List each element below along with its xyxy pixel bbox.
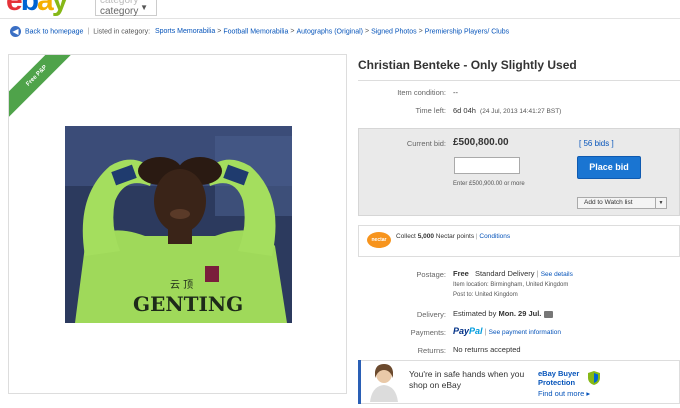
back-to-homepage-link[interactable]: Back to homepage (25, 28, 83, 35)
breadcrumb-item[interactable]: Sports Memorabilia (155, 28, 215, 35)
item-photo[interactable]: GENTING 云 顶 (65, 126, 292, 323)
find-out-more-link[interactable]: Find out more ▸ (538, 389, 590, 398)
item-condition-label: Item condition: (397, 88, 446, 97)
shop-by-category-dropdown[interactable]: category category ▼ (95, 0, 157, 17)
bid-hint: Enter £500,900.00 or more (453, 181, 525, 187)
returns-label: Returns: (417, 346, 446, 355)
paypal-logo: PayPal (453, 326, 483, 336)
see-payment-info-link[interactable]: See payment information (489, 329, 561, 336)
safe-hands-text: You're in safe hands when you shop on eB… (409, 369, 525, 390)
breadcrumb-item[interactable]: Signed Photos (371, 28, 417, 35)
post-to: Post to: United Kingdom (453, 292, 518, 298)
ebay-buyer-protection-label: eBay Buyer Protection (538, 369, 580, 387)
nectar-text: Collect 5,000 Nectar points | Conditions (396, 233, 511, 240)
breadcrumb-item[interactable]: Premiership Players/ Clubs (425, 28, 509, 35)
payments-value: PayPal | See payment information (453, 326, 561, 336)
bid-count-link[interactable]: [ 56 bids ] (579, 139, 614, 148)
chevron-down-icon[interactable]: ▼ (655, 198, 666, 208)
current-bid-label: Current bid: (406, 139, 446, 148)
time-left-label: Time left: (415, 106, 446, 115)
nectar-conditions-link[interactable]: Conditions (479, 233, 510, 240)
returns-value: No returns accepted (453, 345, 521, 354)
banner-accent-bar (358, 360, 361, 404)
auction-end-time: (24 Jul, 2013 14:41:27 BST) (480, 108, 562, 115)
current-bid-value: £500,800.00 (453, 137, 509, 148)
ebay-logo[interactable]: ebay (6, 0, 68, 16)
back-arrow-icon[interactable]: ◀ (10, 26, 21, 37)
delivery-info-icon[interactable] (544, 310, 554, 318)
player-photo-illustration: GENTING 云 顶 (65, 126, 292, 323)
header-divider (0, 18, 680, 19)
postage-value: Free Standard Delivery | See details (453, 269, 573, 278)
time-left-value: 6d 04h (24 Jul, 2013 14:41:27 BST) (453, 106, 562, 115)
nectar-logo: nectar (367, 232, 391, 248)
place-bid-button[interactable]: Place bid (577, 156, 641, 179)
payments-label: Payments: (410, 328, 446, 337)
support-agent-illustration (370, 364, 398, 402)
breadcrumb-item[interactable]: Autographs (Original) (296, 28, 363, 35)
delivery-label: Delivery: (416, 310, 446, 319)
see-postage-details-link[interactable]: See details (541, 271, 573, 278)
title-divider (358, 80, 680, 81)
header: ebay category category ▼ (0, 0, 680, 20)
item-image-panel: Free P&P GENTING 云 顶 (8, 54, 347, 394)
item-condition-value: -- (453, 88, 458, 97)
bid-amount-input[interactable] (454, 157, 520, 174)
breadcrumb-item[interactable]: Football Memorabilia (223, 28, 288, 35)
postage-label: Postage: (416, 270, 446, 279)
separator: | (87, 28, 90, 36)
item-title: Christian Benteke - Only Slightly Used (358, 58, 577, 72)
breadcrumb: ◀ Back to homepage | Listed in category: Sp… (10, 26, 678, 40)
svg-text:云 顶: 云 顶 (170, 279, 193, 291)
svg-text:GENTING: GENTING (133, 292, 243, 316)
free-postage-ribbon: Free P&P (9, 55, 79, 118)
shield-icon (588, 371, 600, 385)
add-to-watch-list-button[interactable]: Add to Watch list ▼ (577, 197, 667, 209)
chevron-down-icon: ▼ (140, 3, 148, 12)
delivery-value: Estimated by Mon. 29 Jul. (453, 309, 554, 318)
item-location: Item location: Birmingham, United Kingdo… (453, 282, 569, 288)
nectar-box (358, 225, 680, 257)
listed-in-label: Listed in category: (93, 28, 151, 36)
